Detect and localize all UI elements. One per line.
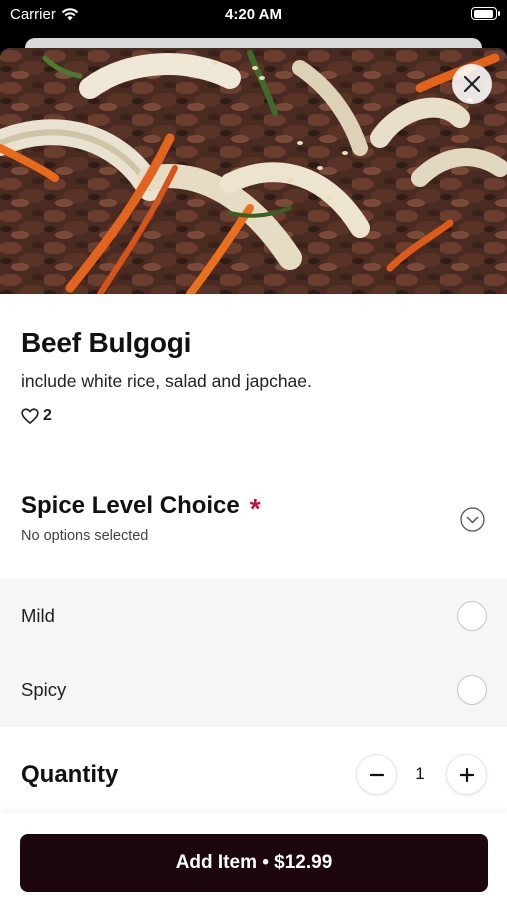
option-label: Spicy: [21, 679, 67, 700]
like-count: 2: [43, 407, 52, 424]
option-group-status: No options selected: [21, 528, 149, 544]
close-button[interactable]: [452, 64, 492, 104]
radio-button[interactable]: [457, 601, 487, 631]
item-detail-sheet: Beef Bulgogi include white rice, salad a…: [0, 48, 507, 900]
food-photo-illustration: [0, 48, 507, 294]
option-row-spicy[interactable]: Spicy: [0, 653, 507, 727]
heart-icon: [21, 408, 39, 424]
quantity-label: Quantity: [21, 761, 119, 788]
plus-icon: [459, 767, 474, 782]
item-photo: [0, 48, 507, 294]
option-group-title-row: Spice Level Choice *: [21, 489, 261, 523]
status-time: 4:20 AM: [225, 6, 282, 23]
add-item-button[interactable]: Add Item • $12.99: [20, 834, 488, 892]
option-group-title: Spice Level Choice: [21, 492, 240, 519]
required-marker: *: [249, 493, 261, 524]
spice-options-list: Mild Spicy: [0, 579, 507, 727]
chevron-down-circle-icon[interactable]: [460, 507, 485, 532]
minus-icon: [369, 773, 384, 776]
close-icon: [463, 75, 481, 93]
item-title: Beef Bulgogi: [21, 327, 192, 358]
footer-bar: Add Item • $12.99: [0, 813, 507, 900]
battery-icon: [471, 7, 500, 20]
status-bar: Carrier 4:20 AM: [0, 0, 507, 30]
increase-quantity-button[interactable]: [446, 754, 487, 795]
quantity-value: 1: [415, 764, 425, 783]
decrease-quantity-button[interactable]: [356, 754, 397, 795]
like-counter[interactable]: 2: [21, 407, 52, 425]
option-label: Mild: [21, 605, 55, 626]
option-row-mild[interactable]: Mild: [0, 579, 507, 653]
spice-level-group[interactable]: Spice Level Choice * No options selected: [0, 478, 507, 578]
radio-button[interactable]: [457, 675, 487, 705]
battery-fill: [473, 9, 493, 18]
item-description: include white rice, salad and japchae.: [21, 371, 312, 391]
